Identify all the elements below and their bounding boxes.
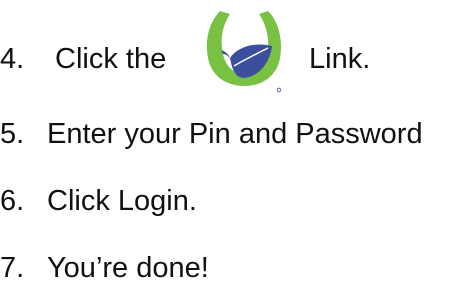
q-leaf-logo-icon[interactable] (200, 6, 290, 96)
step-5: 5. Enter your Pin and Password (0, 117, 423, 151)
step-text: Click Login. (47, 185, 197, 217)
step-text: Enter your Pin and Password (47, 118, 423, 150)
step-text: Click the (55, 43, 167, 75)
step-number: 6. (0, 185, 25, 217)
step-text: Link. (309, 43, 371, 75)
step-6: 6. Click Login. (0, 184, 197, 218)
step-text: You’re done! (47, 252, 209, 284)
step-number: 7. (0, 252, 25, 284)
step-number: 4. (0, 43, 25, 75)
step-7: 7. You’re done! (0, 251, 209, 285)
step-number: 5. (0, 118, 25, 150)
